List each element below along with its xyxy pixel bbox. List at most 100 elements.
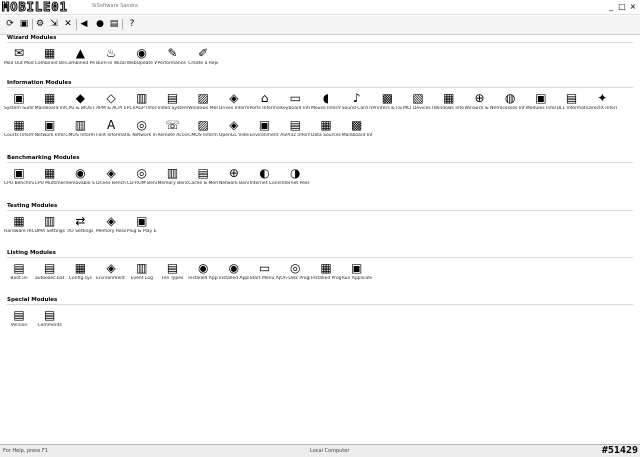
module-item[interactable]: ▥CMOS Information <box>65 117 95 145</box>
module-item[interactable]: ⇄ I/O Settings <box>65 213 95 241</box>
module-label: CPU Multimedia <box>34 181 65 186</box>
report-icon[interactable]: ▣ <box>18 18 30 30</box>
close-button[interactable]: × <box>628 2 638 11</box>
module-item[interactable]: ▤ File Types <box>158 260 188 288</box>
module-item[interactable]: ▣Environment Information <box>250 117 280 145</box>
module-item[interactable]: ◈OpenGL Video Information <box>219 117 249 145</box>
stop-icon[interactable]: ● <box>94 18 106 30</box>
module-icon: ▭ <box>258 261 271 275</box>
module-item[interactable]: ♪Sound Card Information <box>342 90 372 118</box>
section-divider <box>7 257 633 258</box>
module-item[interactable]: ▣Plug & Play Enumerator <box>127 213 157 241</box>
module-label: PCI/AGP Information <box>126 106 157 111</box>
module-item[interactable]: ✦DirectX Information <box>587 90 617 118</box>
module-item[interactable]: ◍Processes Information <box>495 90 525 118</box>
module-item[interactable]: ▤Video System Information <box>158 90 188 118</box>
module-item[interactable]: ▩Printers & Fax Information <box>372 90 402 118</box>
module-icon: ▤ <box>44 261 56 275</box>
module-item[interactable]: ▣System Summary <box>4 90 34 118</box>
minimize-button[interactable]: _ <box>606 2 616 11</box>
module-item[interactable]: ◉WebUpdate Wizard <box>127 45 157 73</box>
module-item[interactable]: AFont Information <box>96 117 126 145</box>
module-item[interactable]: ◎On-Disk Program Info <box>280 260 310 288</box>
maximize-button[interactable]: □ <box>617 2 627 11</box>
module-item[interactable]: ◑Internet Peerage <box>280 165 310 193</box>
module-item[interactable]: ▦CPU Multimedia <box>35 165 65 193</box>
module-item[interactable]: ▤ Version <box>4 307 34 335</box>
module-item[interactable]: ▭Start Menu Applications <box>250 260 280 288</box>
module-item[interactable]: ✉Mail Out Module <box>4 45 34 73</box>
module-item[interactable]: ◉Removable Storage <box>65 165 95 193</box>
module-item[interactable]: ▥Memory Benchmark <box>158 165 188 193</box>
module-label: CPU Benchmark <box>4 181 34 186</box>
module-icon: ▤ <box>565 91 578 105</box>
section-title: Wizard Modules <box>7 35 57 41</box>
module-item[interactable]: ◐Internet Connection <box>250 165 280 193</box>
module-item[interactable]: ▥ Event Log <box>127 260 157 288</box>
module-item[interactable]: ◉Installed Applications <box>188 260 218 288</box>
module-item[interactable]: ▤ autoexec.bat <box>35 260 65 288</box>
export-icon[interactable]: ⇲ <box>48 18 60 30</box>
module-item[interactable]: ▦ Config.sys <box>65 260 95 288</box>
module-item[interactable]: ◈Environment Variables <box>96 260 126 288</box>
module-item[interactable]: ▩Mainboard Information <box>342 117 372 145</box>
module-item[interactable]: ▦Data Sources Information <box>311 117 341 145</box>
module-icon: ▦ <box>13 214 25 228</box>
module-item[interactable]: ◖Mouse Information <box>311 90 341 118</box>
module-item[interactable]: ☏Remote Access Information <box>158 117 188 145</box>
module-item[interactable]: ▦Installed Programs <box>311 260 341 288</box>
refresh-icon[interactable]: ⟳ <box>4 18 16 30</box>
module-item[interactable]: ✎Performance Tune-up <box>158 45 188 73</box>
delete-icon[interactable]: ✕ <box>62 18 74 30</box>
module-item[interactable]: ◎CD-ROM Benchmark <box>127 165 157 193</box>
module-item[interactable]: ⌂Ports Information <box>250 90 280 118</box>
module-item[interactable]: ⊕Network Benchmark <box>219 165 249 193</box>
module-item[interactable]: ▦Windows Information <box>434 90 464 118</box>
module-item[interactable]: ◈Memory Resources <box>96 213 126 241</box>
module-icon: ▲ <box>75 46 85 60</box>
module-item[interactable]: ▥PCI/AGP Information <box>127 90 157 118</box>
module-item[interactable]: ▣Run Applications <box>342 260 372 288</box>
module-item[interactable]: ▤ Comments <box>35 307 65 335</box>
module-item[interactable]: ▦Hardware IRQ Settings <box>4 213 34 241</box>
module-icon: ✐ <box>198 46 209 60</box>
module-icon: ◈ <box>229 91 239 105</box>
module-item[interactable]: ▧MCI Devices Information <box>403 90 433 118</box>
view-icon[interactable]: ▤ <box>108 18 120 30</box>
module-item[interactable]: ✐Create a Report Wizard <box>188 45 218 73</box>
module-icon: ▤ <box>44 308 56 322</box>
module-item[interactable]: ◆CPU & BIOS Information <box>65 90 95 118</box>
module-item[interactable]: ◈Drives Benchmark <box>96 165 126 193</box>
module-item[interactable]: ◈Drives Information <box>219 90 249 118</box>
module-item[interactable]: ▤ASPI32 Information <box>280 117 310 145</box>
module-item[interactable]: ◎IE Network Information <box>127 117 157 145</box>
module-item[interactable]: ▦Combined Benchmark <box>35 45 65 73</box>
module-item[interactable]: ▲Combined Performance <box>65 45 95 73</box>
module-item[interactable]: ▤Cache & Memory <box>188 165 218 193</box>
module-item[interactable]: ◉Installed Applications <box>219 260 249 288</box>
options-icon[interactable]: ⚙ <box>34 18 46 30</box>
module-item[interactable]: ▦Courts Information <box>4 117 34 145</box>
module-item[interactable]: ▣CPU Benchmark <box>4 165 34 193</box>
module-icon: ◑ <box>290 166 301 180</box>
module-label: Windows Memory <box>188 106 218 111</box>
module-icon: ▤ <box>166 261 179 275</box>
module-item[interactable]: ⊕WinSock & Network <box>465 90 495 118</box>
module-item[interactable]: ▨Windows Memory <box>188 90 218 118</box>
module-item[interactable]: ▣Modules Information <box>526 90 556 118</box>
module-item[interactable]: ▭Keyboard Information <box>280 90 310 118</box>
module-item[interactable]: ▦Mainboard Information <box>35 90 65 118</box>
module-icon: ◈ <box>106 214 116 228</box>
module-item[interactable]: ▤DLL Information <box>557 90 587 118</box>
module-item[interactable]: ▤ Boot.ini <box>4 260 34 288</box>
module-item[interactable]: ♨ Burn-in Wizard <box>96 45 126 73</box>
back-icon[interactable]: ◀ <box>78 18 90 30</box>
module-icon: ▦ <box>44 46 56 60</box>
module-item[interactable]: ▥ DMA Settings <box>35 213 65 241</box>
module-icon: ▥ <box>136 91 148 105</box>
help-icon[interactable]: ? <box>126 18 138 30</box>
module-item[interactable]: ▨CMOS Information <box>188 117 218 145</box>
module-item[interactable]: ◇APM & ACPI Information <box>96 90 126 118</box>
module-label: APM & ACPI Information <box>96 106 126 111</box>
module-item[interactable]: ▣Network Information <box>35 117 65 145</box>
